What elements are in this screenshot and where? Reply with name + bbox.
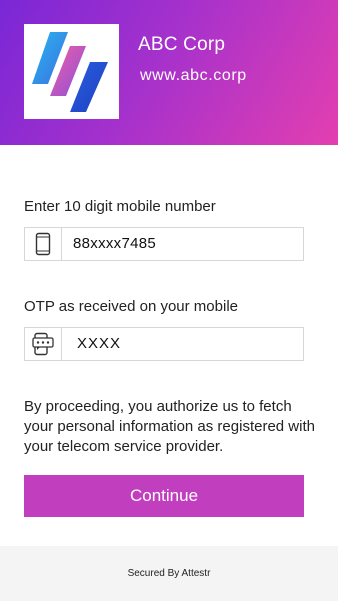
mobile-number-field[interactable] <box>24 227 304 261</box>
mobile-number-label: Enter 10 digit mobile number <box>24 198 216 215</box>
otp-input[interactable] <box>77 328 297 360</box>
footer: Secured By Attestr <box>0 546 338 601</box>
mobile-number-input[interactable] <box>73 228 293 260</box>
consent-text: By proceeding, you authorize us to fetch… <box>24 398 315 455</box>
logo-stripes-icon <box>32 32 108 112</box>
otp-field[interactable] <box>24 327 304 361</box>
brand-url: www.abc.corp <box>140 67 247 84</box>
otp-label: OTP as received on your mobile <box>24 298 238 315</box>
brand-name: ABC Corp <box>138 34 226 55</box>
header-banner: ABC Corp www.abc.corp <box>0 0 338 145</box>
continue-button[interactable]: Continue <box>24 475 304 517</box>
secured-by-text: Secured By Attestr <box>127 568 211 579</box>
abc-corp-logo <box>24 24 119 119</box>
otp-message-icon <box>25 328 62 360</box>
mobile-phone-icon <box>25 228 62 260</box>
